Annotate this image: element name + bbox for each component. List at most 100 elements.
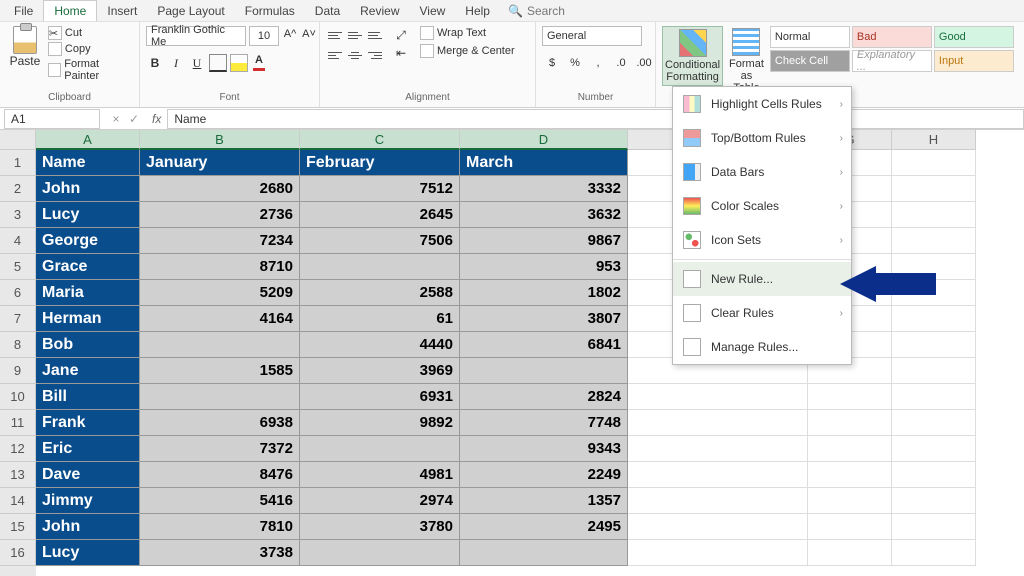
value-cell[interactable]: 1585: [140, 358, 300, 384]
cell[interactable]: [628, 410, 808, 436]
tab-insert[interactable]: Insert: [97, 1, 147, 21]
cell[interactable]: [892, 332, 976, 358]
fx-icon[interactable]: fx: [152, 112, 161, 126]
format-painter-button[interactable]: Format Painter: [48, 58, 133, 82]
row-header[interactable]: 9: [0, 358, 36, 384]
conditional-formatting-button[interactable]: Conditional Formatting: [662, 26, 723, 86]
style-explanatory[interactable]: Explanatory ...: [852, 50, 932, 72]
value-cell[interactable]: 953: [460, 254, 628, 280]
cell[interactable]: [892, 202, 976, 228]
header-cell[interactable]: February: [300, 150, 460, 176]
cut-button[interactable]: ✂Cut: [48, 26, 133, 40]
cell[interactable]: [892, 228, 976, 254]
underline-button[interactable]: U: [188, 54, 206, 72]
name-cell[interactable]: Maria: [36, 280, 140, 306]
currency-button[interactable]: $: [542, 54, 562, 72]
name-cell[interactable]: Jimmy: [36, 488, 140, 514]
value-cell[interactable]: 9343: [460, 436, 628, 462]
cell[interactable]: [808, 410, 892, 436]
enter-icon[interactable]: ✓: [126, 112, 142, 126]
align-top-button[interactable]: [326, 26, 344, 44]
percent-button[interactable]: %: [565, 54, 585, 72]
tab-file[interactable]: File: [4, 1, 43, 21]
value-cell[interactable]: 1802: [460, 280, 628, 306]
header-cell[interactable]: March: [460, 150, 628, 176]
fill-color-button[interactable]: [230, 54, 248, 72]
cell[interactable]: [808, 436, 892, 462]
col-header-b[interactable]: B: [140, 130, 300, 150]
value-cell[interactable]: [300, 540, 460, 566]
row-header[interactable]: 16: [0, 540, 36, 566]
orientation-button[interactable]: ⤢: [392, 26, 410, 44]
row-header[interactable]: 5: [0, 254, 36, 280]
cell[interactable]: [628, 436, 808, 462]
row-header[interactable]: 12: [0, 436, 36, 462]
col-header-c[interactable]: C: [300, 130, 460, 150]
font-name-select[interactable]: Franklin Gothic Me: [146, 26, 246, 46]
value-cell[interactable]: 1357: [460, 488, 628, 514]
value-cell[interactable]: 6841: [460, 332, 628, 358]
value-cell[interactable]: 8710: [140, 254, 300, 280]
value-cell[interactable]: 6931: [300, 384, 460, 410]
menu-highlight-cells-rules[interactable]: Highlight Cells Rules›: [673, 87, 851, 121]
row-header[interactable]: 2: [0, 176, 36, 202]
tab-review[interactable]: Review: [350, 1, 409, 21]
value-cell[interactable]: 2736: [140, 202, 300, 228]
copy-button[interactable]: Copy: [48, 42, 133, 56]
select-all-corner[interactable]: [0, 130, 36, 150]
cell[interactable]: [628, 514, 808, 540]
value-cell[interactable]: 2495: [460, 514, 628, 540]
value-cell[interactable]: 9892: [300, 410, 460, 436]
align-left-button[interactable]: [326, 46, 344, 64]
cell[interactable]: [628, 462, 808, 488]
wrap-text-button[interactable]: Wrap Text: [420, 26, 515, 40]
value-cell[interactable]: 2680: [140, 176, 300, 202]
value-cell[interactable]: [300, 254, 460, 280]
cell[interactable]: [808, 462, 892, 488]
value-cell[interactable]: 7506: [300, 228, 460, 254]
cell-styles-gallery[interactable]: Normal Bad Good Check Cell Explanatory .…: [770, 26, 1014, 72]
tab-help[interactable]: Help: [455, 1, 500, 21]
value-cell[interactable]: 61: [300, 306, 460, 332]
cell[interactable]: [892, 150, 976, 176]
name-cell[interactable]: Lucy: [36, 202, 140, 228]
value-cell[interactable]: 2588: [300, 280, 460, 306]
shrink-font-button[interactable]: A˅: [301, 28, 317, 44]
menu-top-bottom-rules[interactable]: Top/Bottom Rules›: [673, 121, 851, 155]
name-cell[interactable]: Bill: [36, 384, 140, 410]
name-cell[interactable]: Herman: [36, 306, 140, 332]
formula-input[interactable]: Name: [167, 109, 1024, 129]
value-cell[interactable]: 3332: [460, 176, 628, 202]
name-cell[interactable]: John: [36, 176, 140, 202]
value-cell[interactable]: 9867: [460, 228, 628, 254]
name-cell[interactable]: Grace: [36, 254, 140, 280]
tab-home[interactable]: Home: [43, 0, 97, 21]
decrease-decimal-button[interactable]: .00: [634, 54, 654, 72]
name-cell[interactable]: Dave: [36, 462, 140, 488]
cell[interactable]: [628, 384, 808, 410]
value-cell[interactable]: 2249: [460, 462, 628, 488]
align-right-button[interactable]: [366, 46, 384, 64]
grow-font-button[interactable]: A^: [282, 28, 298, 44]
cell[interactable]: [892, 176, 976, 202]
italic-button[interactable]: I: [167, 54, 185, 72]
value-cell[interactable]: 5416: [140, 488, 300, 514]
font-color-button[interactable]: [251, 54, 269, 72]
value-cell[interactable]: [300, 436, 460, 462]
value-cell[interactable]: 4981: [300, 462, 460, 488]
value-cell[interactable]: 3807: [460, 306, 628, 332]
value-cell[interactable]: 3632: [460, 202, 628, 228]
cell[interactable]: [808, 540, 892, 566]
value-cell[interactable]: 2974: [300, 488, 460, 514]
value-cell[interactable]: 3969: [300, 358, 460, 384]
style-normal[interactable]: Normal: [770, 26, 850, 48]
cell[interactable]: [892, 436, 976, 462]
style-good[interactable]: Good: [934, 26, 1014, 48]
menu-data-bars[interactable]: Data Bars›: [673, 155, 851, 189]
row-header[interactable]: 7: [0, 306, 36, 332]
name-cell[interactable]: Jane: [36, 358, 140, 384]
style-bad[interactable]: Bad: [852, 26, 932, 48]
row-header[interactable]: 3: [0, 202, 36, 228]
merge-center-button[interactable]: Merge & Center: [420, 44, 515, 58]
cell[interactable]: [808, 488, 892, 514]
